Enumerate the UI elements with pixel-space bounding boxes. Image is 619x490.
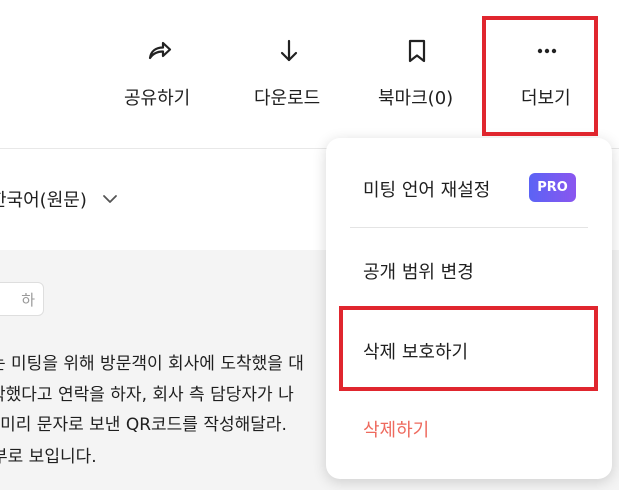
menu-item-delete[interactable]: 삭제하기 — [326, 396, 612, 456]
download-label: 다운로드 — [254, 88, 321, 109]
bookmark-button[interactable]: 북마크(0) — [376, 28, 462, 118]
side-button-label: 하 — [21, 291, 35, 309]
download-arrow-icon — [274, 36, 304, 66]
more-button[interactable]: 더보기 — [520, 28, 578, 118]
transcript-line: l 미리 문자로 보낸 QR코드를 작성해달라. — [0, 415, 287, 435]
menu-item-change-visibility[interactable]: 공개 범위 변경 — [326, 238, 612, 298]
bookmark-icon — [402, 36, 432, 66]
pro-badge: PRO — [529, 173, 576, 202]
language-selector[interactable]: 한국어(원문) — [0, 186, 119, 212]
share-button[interactable]: 공유하기 — [122, 28, 198, 118]
menu-item-protect-delete[interactable]: 삭제 보호하기 — [326, 318, 612, 378]
bookmark-label: 북마크(0) — [378, 88, 454, 109]
share-label: 공유하기 — [124, 88, 191, 109]
more-dropdown-menu: 미팅 언어 재설정 PRO 공개 범위 변경 삭제 보호하기 삭제하기 — [326, 138, 612, 479]
transcript-line: 는 미팅을 위해 방문객이 회사에 도착했을 대 — [0, 354, 304, 374]
menu-item-label: 미팅 언어 재설정 — [363, 180, 491, 201]
menu-item-reset-language[interactable]: 미팅 언어 재설정 PRO — [326, 158, 612, 218]
top-toolbar: 공유하기 다운로드 북마크(0) 더보기 — [0, 0, 619, 149]
menu-item-label: 삭제 보호하기 — [363, 342, 469, 363]
chevron-down-icon — [101, 190, 119, 208]
menu-item-label: 삭제하기 — [363, 420, 430, 441]
more-dots-icon — [532, 36, 562, 66]
menu-divider — [350, 227, 588, 228]
download-button[interactable]: 다운로드 — [252, 28, 328, 118]
share-arrow-icon — [144, 36, 174, 66]
transcript-line: 착했다고 연락을 하자, 회사 측 담당자가 나 — [0, 385, 294, 405]
transcript-side-button[interactable]: 하 — [0, 282, 44, 316]
menu-item-label: 공개 범위 변경 — [363, 262, 474, 283]
language-label: 한국어(원문) — [0, 190, 87, 211]
transcript-line: 부로 보입니다. — [0, 447, 97, 467]
more-label: 더보기 — [521, 88, 571, 109]
